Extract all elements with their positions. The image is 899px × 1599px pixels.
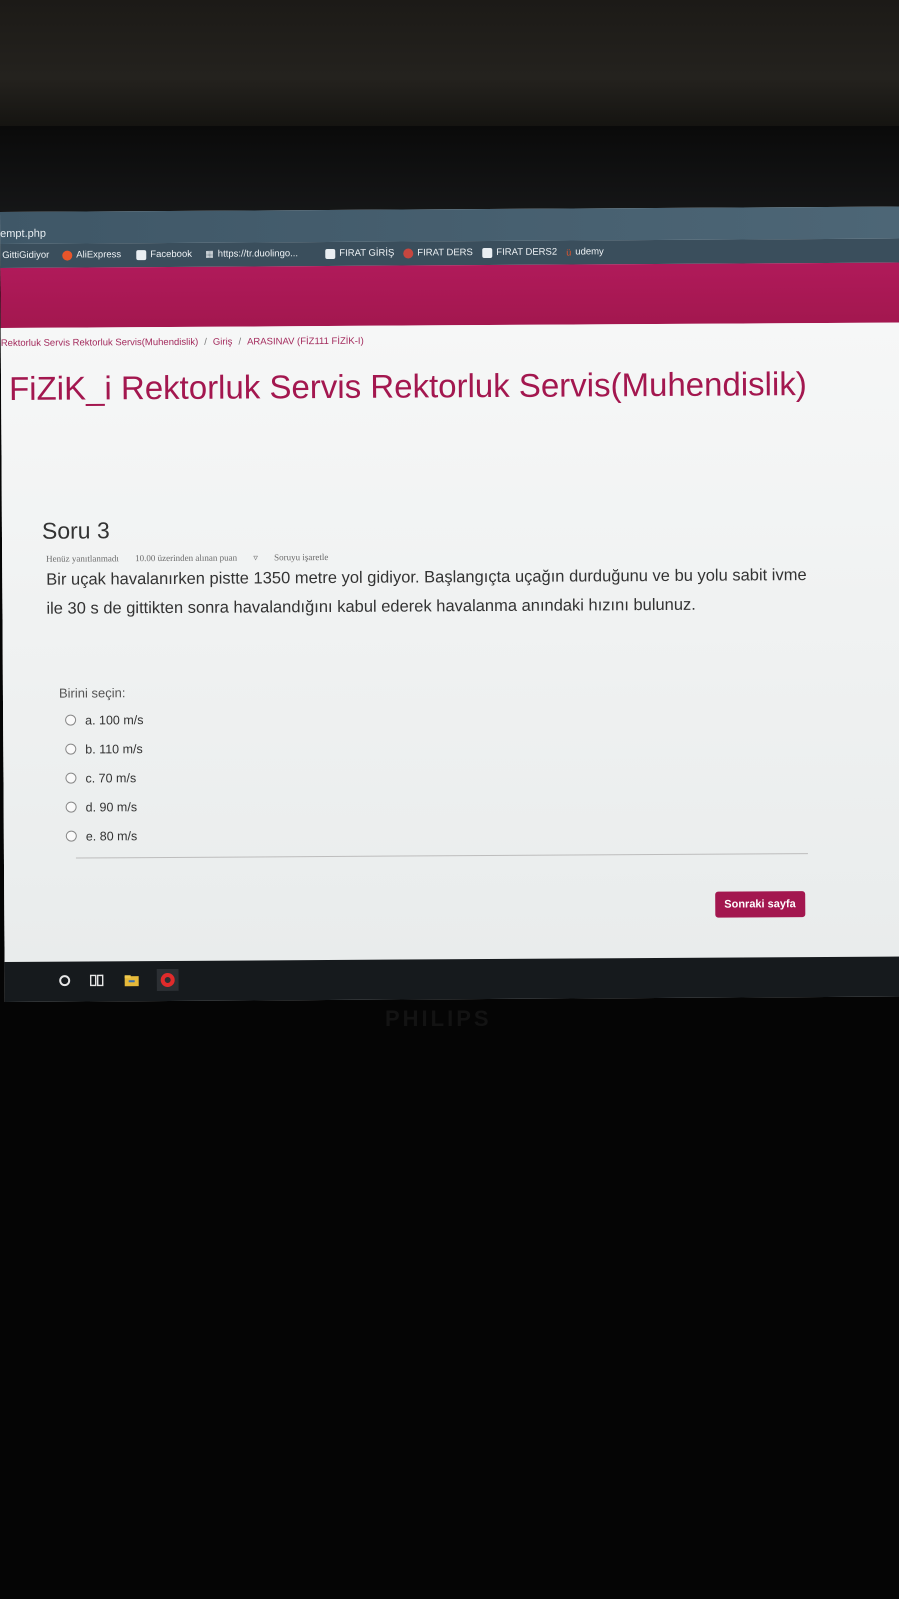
question-status: Henüz yanıtlanmadı [46, 553, 119, 564]
answer-option-c[interactable]: c. 70 m/s [65, 763, 144, 792]
bookmark-label: Facebook [150, 248, 193, 261]
firat-icon [403, 247, 414, 259]
radio-button[interactable] [65, 801, 77, 813]
question-grade: 10.00 üzerinden alınan puan [135, 552, 238, 564]
page-icon [482, 247, 493, 258]
radio-button[interactable] [65, 830, 77, 842]
question-info: Henüz yanıtlanmadı 10.00 üzerinden alına… [46, 552, 356, 565]
bookmark-label: FIRAT DERS [417, 247, 473, 259]
bookmark-firat-giris[interactable]: FIRAT GİRİŞ [325, 248, 394, 259]
windows-taskbar [4, 956, 899, 1002]
answer-option-label: e. 80 m/s [85, 828, 138, 843]
radio-button[interactable] [65, 714, 77, 726]
answer-option-label: c. 70 m/s [85, 770, 137, 785]
answer-option-d[interactable]: d. 90 m/s [65, 792, 145, 821]
url-text: empt.php [0, 227, 47, 240]
page-icon [136, 249, 147, 260]
bookmark-label: AliExpress [76, 249, 122, 261]
breadcrumb: Rektorluk Servis Rektorluk Servis(Muhend… [1, 336, 364, 349]
bookmark-label: udemy [575, 246, 604, 258]
answer-option-b[interactable]: b. 110 m/s [65, 734, 144, 763]
question-text: Bir uçak havalanırken pistte 1350 metre … [46, 566, 807, 618]
background-wall [0, 0, 899, 130]
breadcrumb-giris[interactable]: Giriş [213, 337, 233, 348]
flag-icon: ▿ [253, 552, 261, 563]
bookmark-label: FIRAT DERS2 [496, 246, 558, 258]
main-content: Rektorluk Servis Rektorluk Servis(Muhend… [0, 322, 899, 962]
answer-option-label: b. 110 m/s [85, 741, 143, 756]
question-heading: Soru 3 [41, 517, 110, 544]
bookmark-udemy[interactable]: ü udemy [566, 246, 604, 257]
flag-label: Soruyu işaretle [274, 552, 329, 563]
site-header-banner [0, 262, 899, 328]
task-view-icon[interactable] [89, 972, 105, 988]
bookmark-label: https://tr.duolingo... [217, 248, 299, 260]
bookmark-firat-ders2[interactable]: FIRAT DERS2 [482, 247, 557, 258]
monitor-brand-logo: PHILIPS [385, 1006, 492, 1031]
opera-browser-icon[interactable] [156, 968, 179, 992]
page-icon [325, 248, 336, 259]
bookmark-firat-ders[interactable]: FIRAT DERS [403, 247, 473, 258]
page-title: FiZiK_i Rektorluk Servis Rektorluk Servi… [8, 365, 807, 407]
breadcrumb-separator: / [204, 336, 207, 348]
monitor-bezel [0, 126, 899, 218]
breadcrumb-course[interactable]: Rektorluk Servis Rektorluk Servis(Muhend… [1, 337, 199, 349]
radio-button[interactable] [65, 743, 77, 755]
monitor-screen: empt.php GittiGidiyor AliExpress Faceboo… [0, 206, 899, 1002]
bookmark-label: GittiGidiyor [2, 249, 50, 261]
answer-option-e[interactable]: e. 80 m/s [65, 821, 145, 850]
answer-option-a[interactable]: a. 100 m/s [65, 705, 144, 734]
answer-options: a. 100 m/s b. 110 m/s c. 70 m/s d. 90 m/… [65, 705, 144, 850]
next-page-button[interactable]: Sonraki sayfa [715, 891, 805, 918]
breadcrumb-exam[interactable]: ARASINAV (FİZ111 FİZİK-I) [247, 336, 364, 348]
breadcrumb-separator: / [238, 336, 242, 348]
apps-grid-icon: ▦ [205, 248, 214, 259]
divider [75, 853, 808, 859]
bookmark-facebook[interactable]: Facebook [136, 249, 192, 260]
bookmark-gittigidiyor[interactable]: GittiGidiyor [2, 250, 49, 261]
aliexpress-icon [62, 250, 73, 261]
flag-question[interactable]: ▿ Soruyu işaretle [253, 552, 342, 563]
answer-option-label: a. 100 m/s [85, 712, 144, 727]
radio-button[interactable] [65, 772, 77, 784]
bookmark-label: FIRAT GİRİŞ [339, 247, 395, 259]
answer-option-label: d. 90 m/s [85, 799, 138, 814]
search-circle-icon[interactable] [57, 973, 73, 989]
bookmark-aliexpress[interactable]: AliExpress [62, 249, 122, 261]
answer-prompt: Birini seçin: [58, 685, 126, 701]
bookmark-duolingo[interactable]: ▦ https://tr.duolingo... [205, 248, 298, 260]
udemy-icon: ü [566, 247, 572, 258]
file-explorer-icon[interactable] [124, 972, 140, 988]
